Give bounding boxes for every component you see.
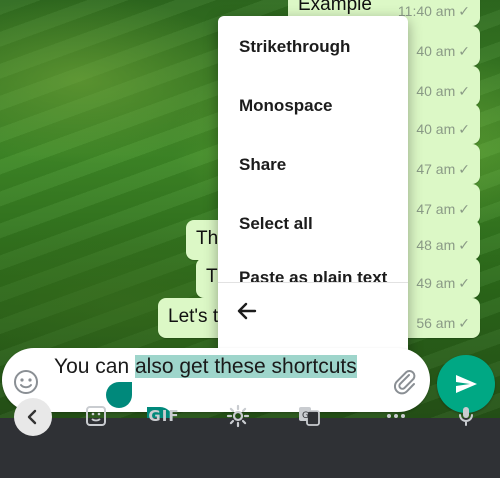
translate-icon[interactable]: G — [291, 398, 327, 434]
svg-text:G: G — [302, 411, 309, 421]
menu-item-select-all[interactable]: Select all — [218, 195, 408, 253]
message-time: 40 am — [416, 121, 456, 137]
message-text: T — [206, 266, 218, 287]
text-selection-menu: Strikethrough Monospace Share Select all… — [218, 16, 408, 364]
check-icon: ✓ — [458, 237, 470, 253]
sticker-icon[interactable] — [78, 398, 114, 434]
chevron-left-icon — [27, 409, 37, 425]
keyboard-collapse-button[interactable] — [14, 398, 52, 436]
menu-item-strikethrough[interactable]: Strikethrough — [218, 18, 408, 76]
message-compose-bar: You can also get these shortcuts — [2, 348, 430, 412]
check-icon: ✓ — [458, 3, 470, 19]
microphone-icon[interactable] — [448, 398, 484, 434]
input-text-selected-cont: cuts — [318, 355, 357, 378]
message-time: 40 am — [416, 83, 456, 99]
more-icon[interactable] — [378, 398, 414, 434]
message-text: Th — [196, 228, 219, 249]
send-icon — [456, 375, 477, 393]
message-time: 47 am — [416, 201, 456, 217]
message-text: Let's t — [168, 306, 219, 327]
message-text: Example — [298, 0, 372, 15]
menu-item-paste-plain[interactable]: Paste as plain text — [218, 268, 408, 282]
gif-button[interactable]: GIF — [146, 398, 182, 434]
check-icon: ✓ — [458, 43, 470, 59]
input-text-unselected: You can — [54, 355, 135, 378]
check-icon: ✓ — [458, 201, 470, 217]
check-icon: ✓ — [458, 83, 470, 99]
message-input[interactable]: You can also get these shortcuts — [54, 354, 374, 380]
message-time: 56 am — [416, 315, 456, 331]
message-time: 49 am — [416, 275, 456, 291]
gif-label: GIF — [148, 407, 180, 425]
message-time: 11:40 am — [397, 3, 456, 19]
menu-item-monospace[interactable]: Monospace — [218, 77, 408, 135]
check-icon: ✓ — [458, 275, 470, 291]
gear-icon[interactable] — [220, 398, 256, 434]
menu-divider — [218, 282, 408, 283]
check-icon: ✓ — [458, 121, 470, 137]
emoji-icon[interactable] — [12, 368, 40, 396]
input-text-selected: also get these short — [134, 355, 319, 378]
check-icon: ✓ — [458, 315, 470, 331]
back-arrow-icon[interactable] — [232, 296, 262, 326]
menu-item-share[interactable]: Share — [218, 136, 408, 194]
message-time: 47 am — [416, 161, 456, 177]
paperclip-icon[interactable] — [390, 367, 418, 395]
message-time: 48 am — [416, 237, 456, 253]
check-icon: ✓ — [458, 161, 470, 177]
message-time: 40 am — [416, 43, 456, 59]
